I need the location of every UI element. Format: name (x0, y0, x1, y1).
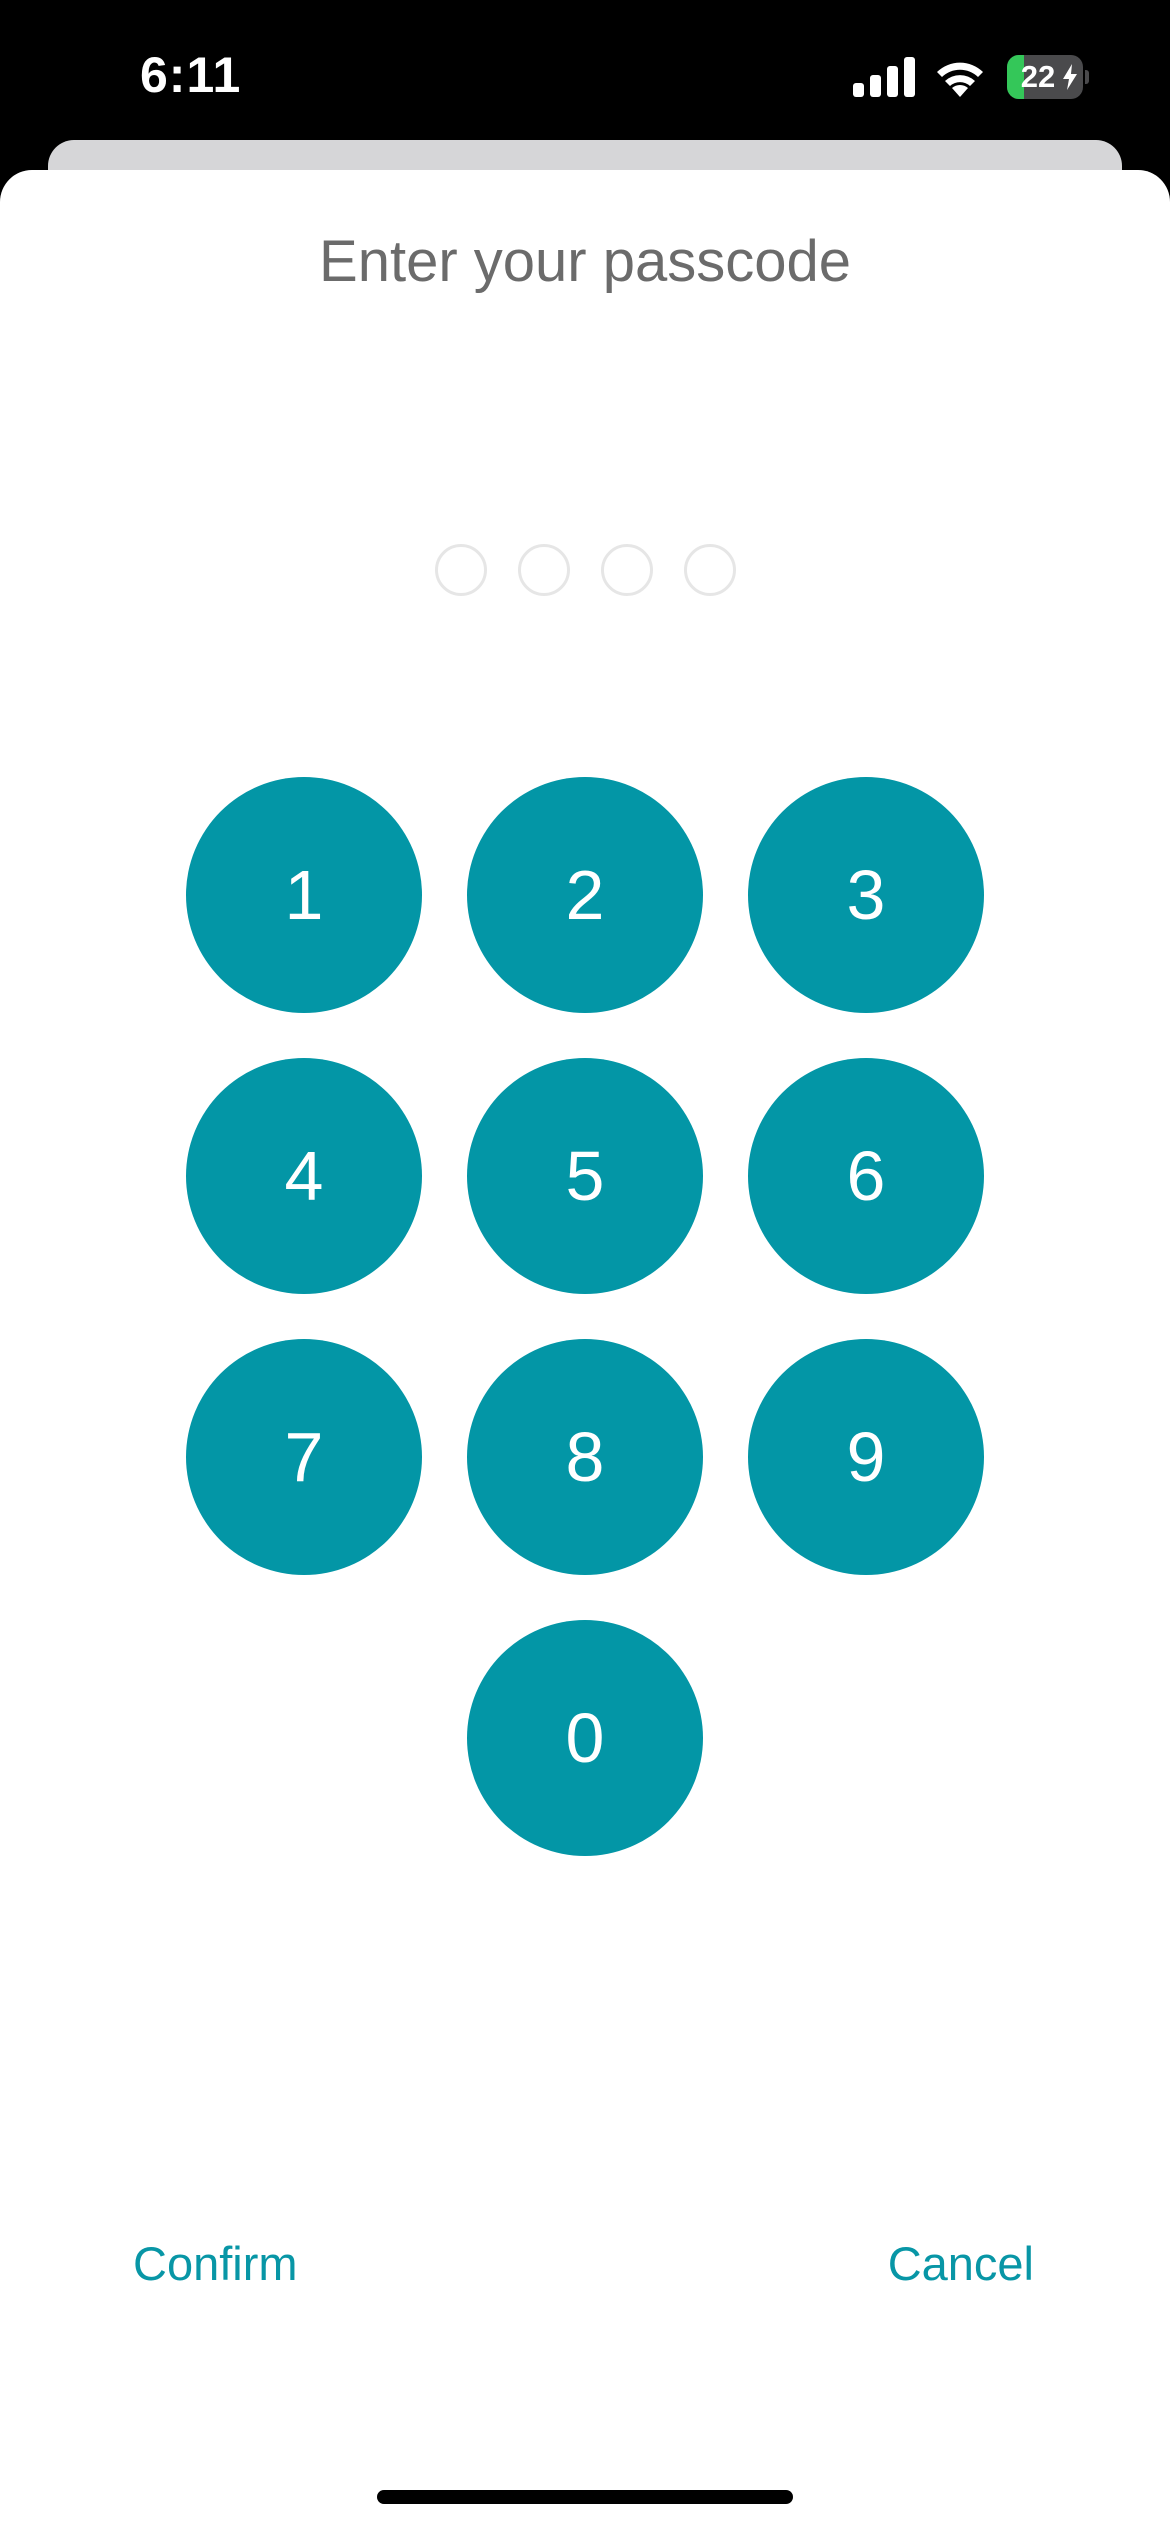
wifi-icon (937, 62, 983, 97)
key-7[interactable]: 7 (186, 1339, 422, 1575)
passcode-dot (683, 544, 736, 596)
passcode-dot (517, 544, 570, 596)
passcode-dot (600, 544, 653, 596)
battery-charging-icon: 22 (1007, 55, 1089, 99)
charging-bolt-icon (1063, 64, 1077, 90)
passcode-title: Enter your passcode (319, 229, 851, 294)
key-9[interactable]: 9 (748, 1339, 984, 1575)
cancel-button[interactable]: Cancel (888, 2236, 1034, 2291)
status-bar: 6:11 22 (0, 0, 1170, 150)
key-5[interactable]: 5 (467, 1058, 703, 1294)
confirm-button[interactable]: Confirm (133, 2236, 298, 2291)
key-6[interactable]: 6 (748, 1058, 984, 1294)
key-4[interactable]: 4 (186, 1058, 422, 1294)
key-3[interactable]: 3 (748, 777, 984, 1013)
key-0[interactable]: 0 (467, 1620, 703, 1856)
battery-level: 22 (1020, 59, 1056, 94)
key-8[interactable]: 8 (467, 1339, 703, 1575)
key-1[interactable]: 1 (186, 777, 422, 1013)
status-time: 6:11 (140, 47, 242, 103)
cellular-signal-icon (853, 57, 915, 97)
passcode-dot (434, 544, 487, 596)
key-2[interactable]: 2 (467, 777, 703, 1013)
passcode-dots (0, 544, 1170, 596)
home-indicator[interactable] (377, 2490, 793, 2504)
